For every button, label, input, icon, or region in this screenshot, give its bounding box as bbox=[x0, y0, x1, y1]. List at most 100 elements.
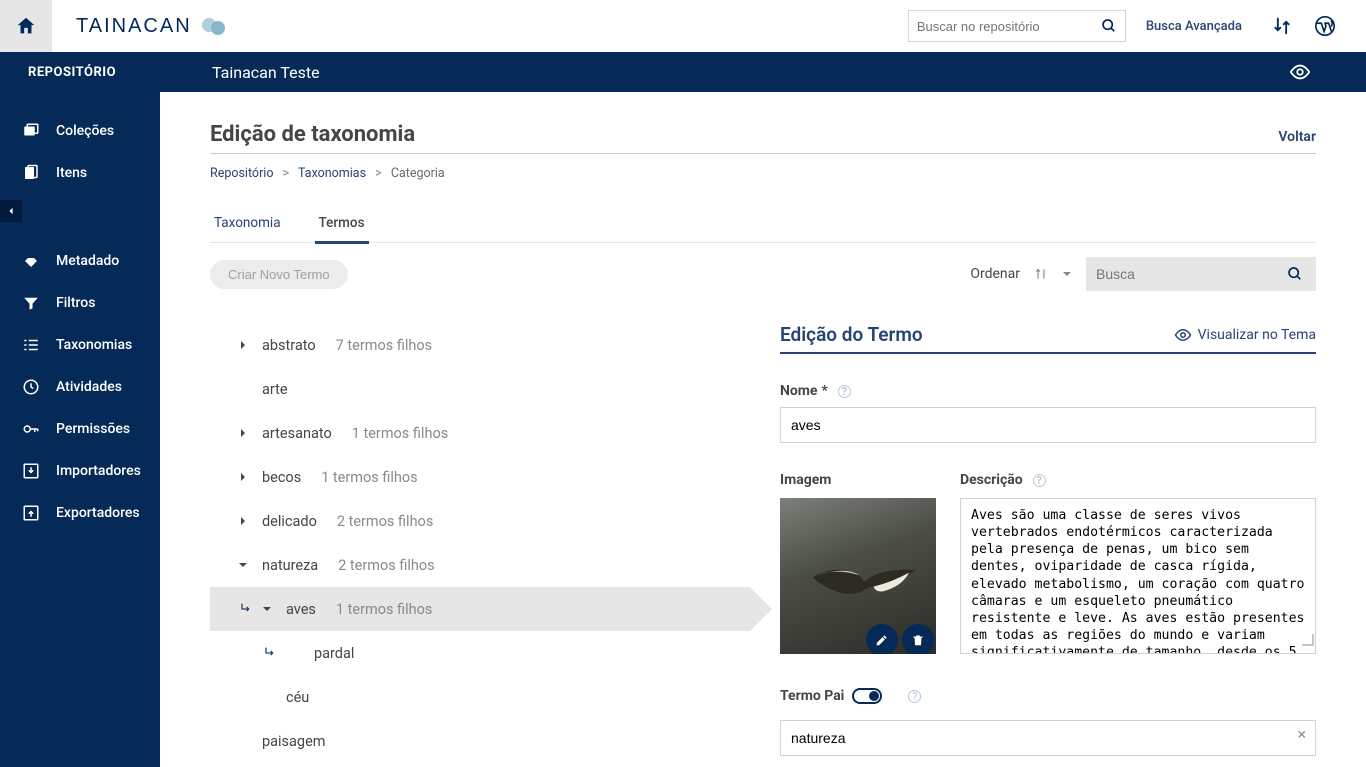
items-icon bbox=[22, 164, 42, 182]
term-name: delicado bbox=[262, 513, 317, 530]
term-name: aves bbox=[286, 601, 316, 618]
breadcrumb: Repositório > Taxonomias > Categoria bbox=[210, 166, 1316, 181]
terms-search[interactable] bbox=[1086, 257, 1316, 291]
sidebar-item-exportadores[interactable]: Exportadores bbox=[0, 492, 160, 534]
terms-search-input[interactable] bbox=[1086, 266, 1287, 282]
required-star: * bbox=[821, 383, 827, 399]
chevron-right-icon[interactable] bbox=[238, 516, 256, 526]
collapse-sidebar-button[interactable] bbox=[0, 200, 22, 222]
repository-search[interactable] bbox=[908, 10, 1126, 42]
search-icon[interactable] bbox=[1101, 18, 1125, 34]
term-row-pardal[interactable]: pardal bbox=[210, 631, 750, 675]
term-description-input[interactable] bbox=[960, 498, 1316, 654]
sidebar-label: Coleções bbox=[56, 123, 114, 139]
breadcrumb-tax[interactable]: Taxonomias bbox=[298, 166, 366, 181]
sidebar-item-itens[interactable]: Itens bbox=[0, 152, 160, 194]
term-children-count: 1 termos filhos bbox=[352, 425, 448, 442]
parent-label: Termo Pai bbox=[780, 688, 844, 704]
sidebar-label: Atividades bbox=[56, 379, 122, 395]
sort-icon[interactable] bbox=[1272, 16, 1292, 36]
exporters-icon bbox=[22, 504, 42, 522]
term-name: arte bbox=[262, 381, 288, 398]
term-name: natureza bbox=[262, 557, 318, 574]
sidebar-label: Exportadores bbox=[56, 505, 140, 521]
sidebar-item-metadado[interactable]: Metadado bbox=[0, 240, 160, 282]
collections-icon bbox=[22, 122, 42, 140]
term-row-delicado[interactable]: delicado 2 termos filhos bbox=[210, 499, 750, 543]
term-row-céu[interactable]: céu bbox=[210, 675, 750, 719]
term-row-becos[interactable]: becos 1 termos filhos bbox=[210, 455, 750, 499]
breadcrumb-repo[interactable]: Repositório bbox=[210, 166, 273, 181]
term-name-input[interactable] bbox=[780, 407, 1316, 443]
child-arrow-icon bbox=[262, 645, 278, 661]
sidebar-item-importadores[interactable]: Importadores bbox=[0, 450, 160, 492]
image-label: Imagem bbox=[780, 472, 831, 488]
term-row-natureza[interactable]: natureza 2 termos filhos bbox=[210, 543, 750, 587]
sidebar-label: Importadores bbox=[56, 463, 141, 479]
sidebar-item-taxonomias[interactable]: Taxonomias bbox=[0, 324, 160, 366]
sidebar-item-filtros[interactable]: Filtros bbox=[0, 282, 160, 324]
advanced-search-link[interactable]: Busca Avançada bbox=[1146, 19, 1242, 34]
term-children-count: 7 termos filhos bbox=[336, 337, 432, 354]
clear-icon[interactable]: × bbox=[1297, 725, 1306, 744]
term-image bbox=[780, 498, 936, 654]
wordpress-icon[interactable] bbox=[1314, 15, 1336, 37]
sort-direction-icon[interactable] bbox=[1034, 267, 1048, 281]
sidebar-item-atividades[interactable]: Atividades bbox=[0, 366, 160, 408]
name-label: Nome bbox=[780, 383, 817, 399]
chevron-down-icon[interactable] bbox=[238, 560, 256, 570]
term-row-aves[interactable]: aves 1 termos filhos bbox=[210, 587, 750, 631]
new-term-button[interactable]: Criar Novo Termo bbox=[210, 260, 348, 289]
term-children-count: 2 termos filhos bbox=[337, 513, 433, 530]
chevron-right-icon[interactable] bbox=[238, 428, 256, 438]
terms-tree: abstrato 7 termos filhos arte artesanato 1 t… bbox=[210, 323, 750, 763]
chevron-down-icon[interactable] bbox=[262, 604, 280, 614]
term-name: pardal bbox=[314, 645, 354, 662]
help-icon[interactable]: ? bbox=[908, 690, 921, 703]
parent-term-input[interactable] bbox=[780, 720, 1316, 756]
edit-image-button[interactable] bbox=[866, 624, 898, 654]
logo-icon bbox=[200, 15, 228, 37]
taxonomies-icon bbox=[22, 336, 42, 354]
tab-taxonomia[interactable]: Taxonomia bbox=[210, 215, 285, 242]
collection-title: Tainacan Teste bbox=[160, 63, 1289, 82]
term-row-artesanato[interactable]: artesanato 1 termos filhos bbox=[210, 411, 750, 455]
child-arrow-icon bbox=[238, 601, 254, 617]
view-icon[interactable] bbox=[1289, 61, 1311, 83]
term-name: paisagem bbox=[262, 733, 325, 750]
search-icon[interactable] bbox=[1287, 266, 1316, 282]
delete-image-button[interactable] bbox=[902, 624, 934, 654]
page-title: Edição de taxonomia bbox=[210, 122, 415, 147]
term-children-count: 1 termos filhos bbox=[321, 469, 417, 486]
permissions-icon bbox=[22, 420, 42, 438]
desc-label: Descrição bbox=[960, 472, 1023, 488]
view-in-theme-link[interactable]: Visualizar no Tema bbox=[1174, 326, 1316, 344]
bird-image bbox=[808, 557, 920, 607]
term-row-abstrato[interactable]: abstrato 7 termos filhos bbox=[210, 323, 750, 367]
chevron-right-icon[interactable] bbox=[238, 472, 256, 482]
chevron-right-icon[interactable] bbox=[238, 340, 256, 350]
logo-text: TAINACAN bbox=[76, 15, 192, 38]
sidebar-label: Taxonomias bbox=[56, 337, 132, 353]
activities-icon bbox=[22, 378, 42, 396]
term-row-arte[interactable]: arte bbox=[210, 367, 750, 411]
home-button[interactable] bbox=[0, 0, 52, 52]
view-in-theme-label: Visualizar no Tema bbox=[1198, 327, 1316, 343]
sidebar-item-permissoes[interactable]: Permissões bbox=[0, 408, 160, 450]
term-name: abstrato bbox=[262, 337, 316, 354]
sidebar-item-colecoes[interactable]: Coleções bbox=[0, 110, 160, 152]
term-row-paisagem[interactable]: paisagem bbox=[210, 719, 750, 763]
term-name: artesanato bbox=[262, 425, 332, 442]
parent-toggle[interactable] bbox=[852, 688, 882, 704]
sidebar-label: Filtros bbox=[56, 295, 95, 311]
order-label: Ordenar bbox=[970, 266, 1020, 282]
term-children-count: 1 termos filhos bbox=[336, 601, 432, 618]
back-link[interactable]: Voltar bbox=[1278, 129, 1316, 145]
term-name: becos bbox=[262, 469, 301, 486]
repository-search-input[interactable] bbox=[909, 19, 1101, 34]
help-icon[interactable]: ? bbox=[1033, 474, 1046, 487]
help-icon[interactable]: ? bbox=[838, 385, 851, 398]
tab-termos[interactable]: Termos bbox=[315, 215, 369, 244]
sort-dropdown-icon[interactable] bbox=[1062, 269, 1072, 279]
term-children-count: 2 termos filhos bbox=[338, 557, 434, 574]
